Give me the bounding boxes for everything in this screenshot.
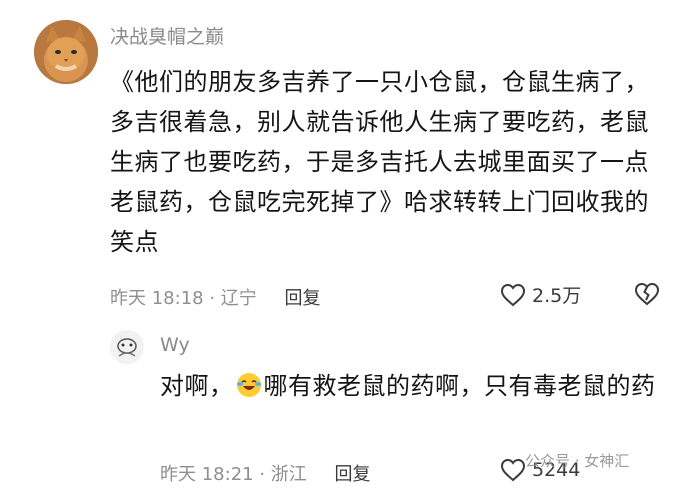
like-button[interactable]: 2.5万 (500, 281, 581, 308)
reply-time: 昨天 18:21 · 浙江 (160, 464, 307, 485)
sketch-avatar-icon (110, 330, 144, 364)
reply-username[interactable]: Wy (160, 334, 190, 356)
comment-username[interactable]: 决战臭帽之巅 (110, 22, 224, 49)
comment-time: 昨天 18:18 · 辽宁 (110, 288, 257, 309)
reply-reply-button[interactable]: 回复 (335, 464, 371, 485)
cat-avatar-icon (34, 20, 98, 84)
heart-icon (500, 458, 526, 482)
laughing-tears-emoji-icon (236, 373, 261, 397)
comment-text: 《他们的朋友多吉养了一只小仓鼠，仓鼠生病了，多吉很着急，别人就告诉他人生病了要吃… (110, 68, 649, 256)
watermark: 公众号 · 女神汇 (525, 452, 630, 470)
reply-avatar[interactable] (110, 330, 144, 364)
reply-meta: 昨天 18:21 · 浙江 回复 (160, 460, 371, 486)
reply-text: 对啊， 哪有救老鼠的药啊，只有毒老鼠的药 (160, 366, 660, 406)
comment-meta: 昨天 18:18 · 辽宁 回复 (110, 284, 321, 310)
like-count: 2.5万 (532, 285, 582, 307)
dislike-button[interactable] (634, 282, 660, 310)
broken-heart-icon (634, 282, 660, 306)
avatar[interactable] (34, 20, 98, 84)
reply-button[interactable]: 回复 (285, 288, 321, 309)
reply-text-end: 哪有救老鼠的药啊，只有毒老鼠的药 (263, 372, 656, 400)
reply-text-start: 对啊， (160, 372, 234, 400)
heart-icon (500, 283, 526, 306)
